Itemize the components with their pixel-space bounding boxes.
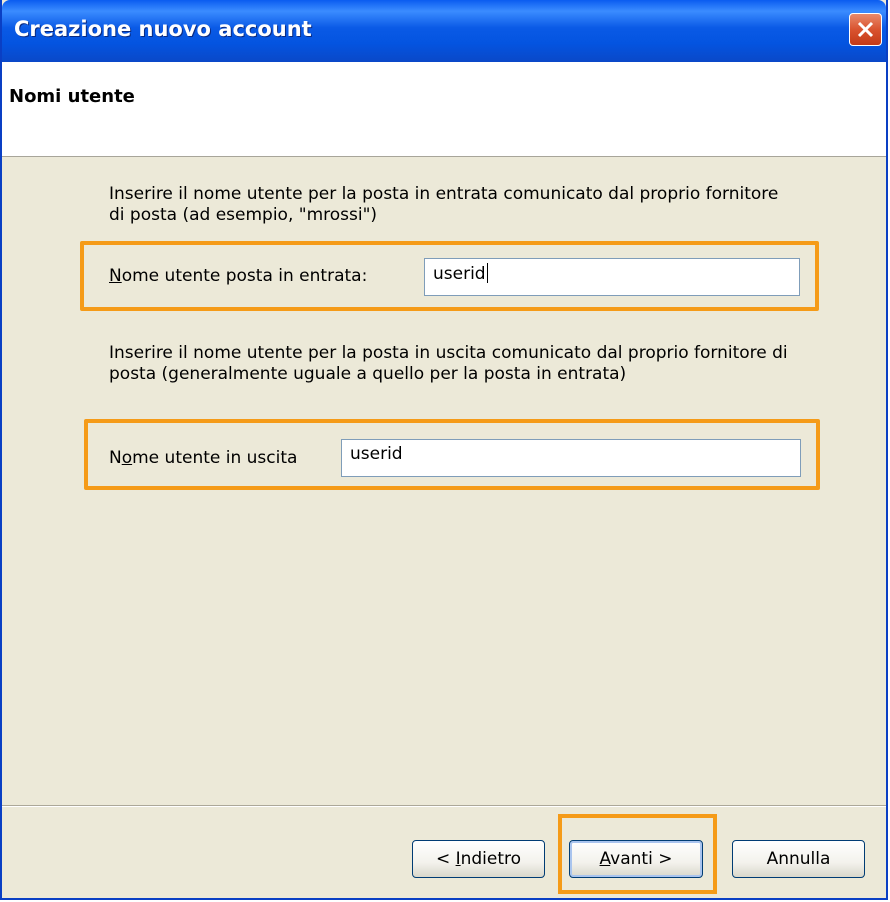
incoming-username-input[interactable]: userid [424,258,800,296]
page-title: Nomi utente [9,86,135,107]
footer-separator [2,805,886,807]
window-title: Creazione nuovo account [14,17,312,41]
outgoing-username-input[interactable]: userid [341,439,801,477]
next-button[interactable]: Avanti > [569,840,703,878]
cancel-button[interactable]: Annulla [732,840,865,878]
close-button[interactable] [849,13,882,46]
back-button[interactable]: < Indietro [412,840,545,878]
wizard-header: Nomi utente [2,62,886,157]
new-account-dialog: Creazione nuovo account Nomi utente Inse… [0,0,888,900]
text-caret [486,263,488,283]
outgoing-username-label: Nome utente in uscita [109,448,298,468]
outgoing-description: Inserire il nome utente per la posta in … [109,343,788,384]
title-bar[interactable]: Creazione nuovo account [2,0,886,62]
incoming-username-label: Nome utente posta in entrata: [109,266,368,286]
close-icon [857,21,874,38]
incoming-description: Inserire il nome utente per la posta in … [109,184,779,225]
